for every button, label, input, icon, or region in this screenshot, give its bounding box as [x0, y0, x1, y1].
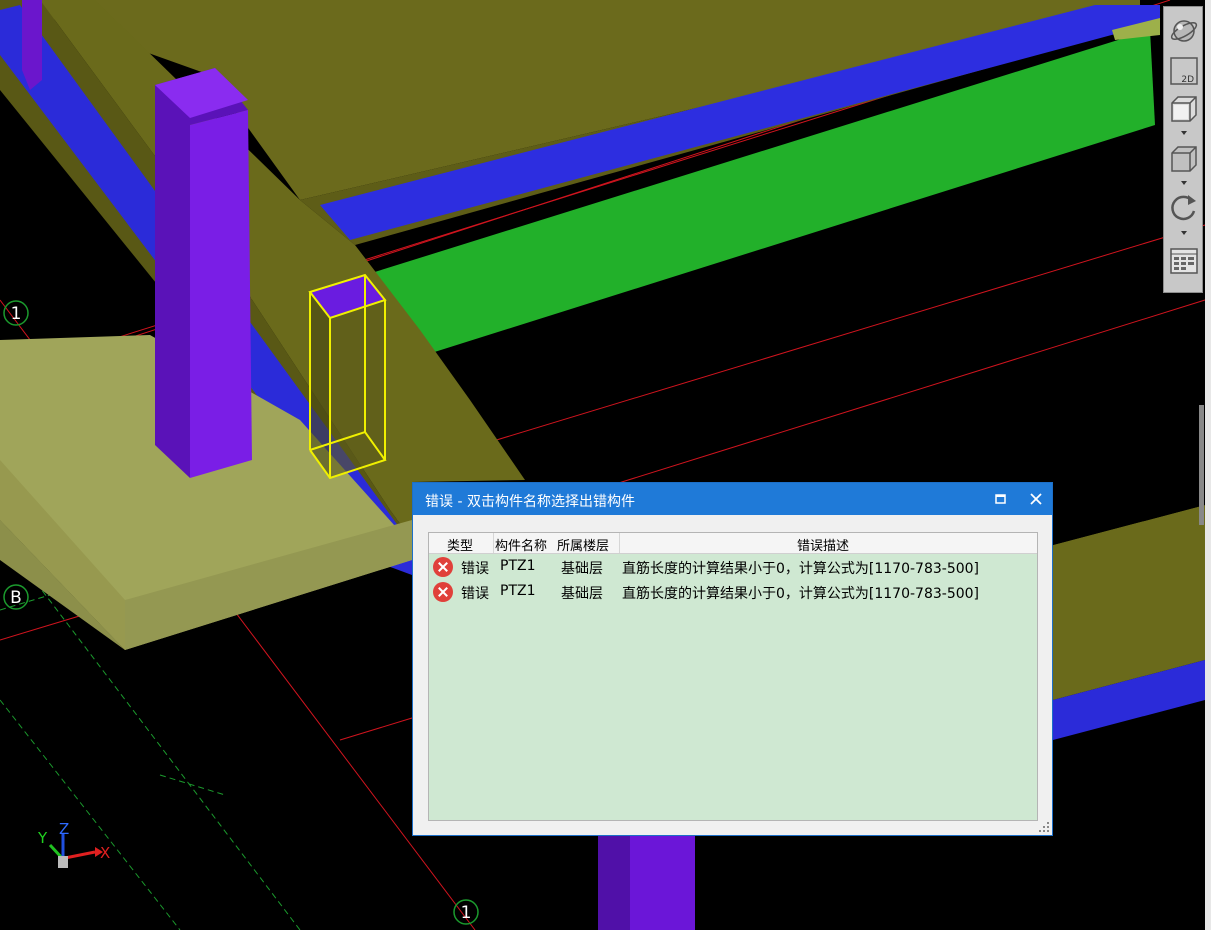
error-row[interactable]: 错误 PTZ1 基础层 直筋长度的计算结果小于0，计算公式为[1170-783-… — [429, 580, 1037, 604]
list-header: 类型 构件名称 所属楼层 错误描述 — [429, 533, 1037, 554]
purple-column-top-left — [22, 0, 42, 90]
2d-view-icon[interactable]: 2D — [1168, 55, 1200, 87]
error-dialog: 错误 - 双击构件名称选择出错构件 类型 构件名称 所属楼层 错误描述 错误 P… — [412, 482, 1053, 836]
maximize-button[interactable] — [989, 489, 1011, 509]
row-type: 错误 — [461, 561, 489, 577]
purple-column-bottom-side — [598, 836, 630, 930]
row-description: 直筋长度的计算结果小于0，计算公式为[1170-783-500] — [622, 561, 980, 577]
chevron-down-icon[interactable] — [1181, 131, 1187, 135]
column-header-type[interactable]: 类型 — [447, 535, 473, 554]
view-toolbar: 2D — [1163, 6, 1203, 293]
row-type: 错误 — [461, 586, 489, 602]
row-floor: 基础层 — [561, 586, 603, 602]
panel-grid-icon[interactable] — [1168, 245, 1200, 277]
chevron-down-icon[interactable] — [1181, 181, 1187, 185]
error-list[interactable]: 类型 构件名称 所属楼层 错误描述 错误 PTZ1 基础层 直筋长度的计算结果小… — [428, 532, 1038, 821]
dialog-title: 错误 - 双击构件名称选择出错构件 — [425, 494, 635, 510]
solid-cube-icon[interactable] — [1168, 143, 1200, 175]
error-row[interactable]: 错误 PTZ1 基础层 直筋长度的计算结果小于0，计算公式为[1170-783-… — [429, 555, 1037, 579]
chevron-down-icon[interactable] — [1181, 231, 1187, 235]
close-icon — [1030, 493, 1042, 505]
2d-view-label: 2D — [1181, 75, 1194, 85]
right-scrollbar-thumb[interactable] — [1199, 405, 1204, 525]
rotate-icon[interactable] — [1168, 191, 1200, 223]
svg-text:1: 1 — [461, 903, 472, 923]
z-axis-label: Z — [59, 820, 69, 838]
x-axis-label: X — [100, 844, 110, 862]
error-icon — [433, 582, 453, 602]
row-component-name[interactable]: PTZ1 — [500, 558, 536, 574]
row-description: 直筋长度的计算结果小于0，计算公式为[1170-783-500] — [622, 586, 980, 602]
svg-text:1: 1 — [11, 304, 22, 324]
grid-bubble-1-bottom: 1 — [453, 899, 479, 925]
svg-text:B: B — [10, 588, 22, 608]
resize-grip-icon[interactable] — [1039, 822, 1049, 832]
y-axis-label: Y — [37, 829, 48, 847]
purple-column-front — [190, 110, 252, 478]
row-component-name[interactable]: PTZ1 — [500, 583, 536, 599]
close-button[interactable] — [1025, 488, 1047, 510]
column-header-name[interactable]: 构件名称 — [495, 535, 547, 554]
3d-viewport[interactable]: 1 B 1 X Y Z 2D 错误 - 双击构件名称选择出错构件 类型 构件名称… — [0, 0, 1211, 930]
error-icon — [433, 557, 453, 577]
column-divider[interactable] — [493, 533, 494, 553]
column-divider[interactable] — [619, 533, 620, 553]
cube-view-icon[interactable] — [1168, 93, 1200, 125]
column-header-floor[interactable]: 所属楼层 — [557, 535, 609, 554]
column-header-description[interactable]: 错误描述 — [797, 535, 849, 554]
selected-element[interactable] — [308, 273, 387, 480]
dialog-titlebar[interactable]: 错误 - 双击构件名称选择出错构件 — [413, 483, 1052, 515]
right-scrollbar-track[interactable] — [1205, 0, 1211, 930]
globe-icon[interactable] — [1168, 15, 1200, 47]
row-floor: 基础层 — [561, 561, 603, 577]
grid-bubble-1-top: 1 — [3, 300, 29, 326]
grid-bubble-b: B — [3, 584, 29, 610]
maximize-icon — [995, 494, 1006, 504]
